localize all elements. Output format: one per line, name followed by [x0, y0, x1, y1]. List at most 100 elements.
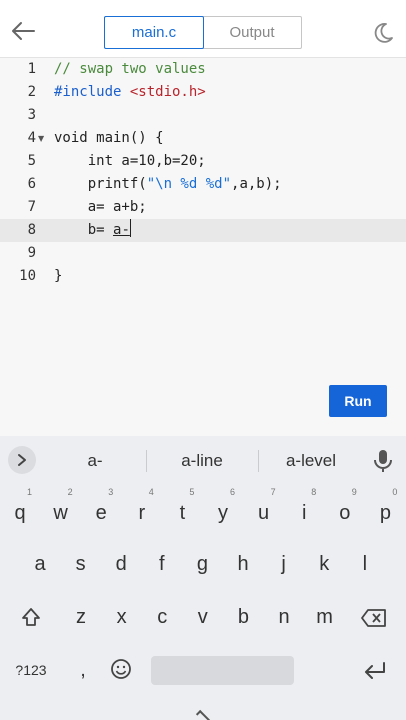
code-line[interactable]: 8 b= a-	[0, 219, 406, 242]
key-hint: 9	[351, 487, 357, 497]
key-i[interactable]: i	[284, 493, 324, 533]
tab-main-c[interactable]: main.c	[104, 16, 204, 49]
code-text: int a=10,b=20;	[54, 150, 206, 173]
key-hint: 5	[189, 487, 195, 497]
enter-icon[interactable]	[362, 660, 388, 680]
key-a[interactable]: a	[20, 544, 60, 584]
suggestion-bar: a- a-line a-level	[0, 436, 406, 484]
key-j[interactable]: j	[264, 544, 304, 584]
app-header: main.c Output	[0, 0, 406, 58]
code-token: void main() {	[54, 130, 164, 146]
key-o[interactable]: o	[325, 493, 365, 533]
tab-output[interactable]: Output	[203, 17, 301, 48]
code-line[interactable]: 7 a= a+b;	[0, 196, 406, 219]
key-b[interactable]: b	[223, 597, 263, 637]
fold-arrow-icon[interactable]: ▼	[38, 127, 44, 150]
key-p[interactable]: p	[365, 493, 405, 533]
line-number: 5	[27, 153, 36, 169]
line-number: 2	[27, 84, 36, 100]
emoji-icon[interactable]	[110, 658, 132, 680]
code-editor[interactable]: 1 // swap two values 2 #include <stdio.h> 3 4…	[0, 58, 406, 436]
code-line[interactable]: 9	[0, 242, 406, 265]
key-d[interactable]: d	[101, 544, 141, 584]
microphone-icon[interactable]	[372, 448, 394, 474]
key-u[interactable]: u	[244, 493, 284, 533]
code-token: int a=10,b=20;	[54, 153, 206, 169]
key-hint: 7	[270, 487, 276, 497]
key-h[interactable]: h	[223, 544, 263, 584]
code-token: #include	[54, 84, 130, 100]
file-tabs: main.c Output	[104, 16, 302, 49]
space-bar[interactable]	[151, 656, 294, 685]
key-hint: 3	[108, 487, 114, 497]
backspace-icon[interactable]	[360, 608, 388, 628]
suggestion-3[interactable]: a-level	[259, 436, 363, 484]
key-l[interactable]: l	[345, 544, 385, 584]
code-token: a= a+b;	[54, 199, 147, 215]
code-line[interactable]: 4 ▼ void main() {	[0, 127, 406, 150]
run-button[interactable]: Run	[329, 385, 387, 417]
key-hint: 6	[230, 487, 236, 497]
line-number: 9	[27, 245, 36, 261]
expand-toolbar-button[interactable]	[8, 446, 36, 474]
code-token: "\n %d %d"	[146, 176, 232, 192]
key-e[interactable]: e	[81, 493, 121, 533]
key-c[interactable]: c	[142, 597, 182, 637]
text-cursor	[129, 219, 132, 237]
key-hint: 4	[148, 487, 154, 497]
line-number: 10	[19, 268, 36, 284]
key-hint: 2	[67, 487, 73, 497]
code-text: void main() {	[54, 127, 164, 150]
code-line[interactable]: 10}	[0, 265, 406, 288]
code-text: // swap two values	[54, 58, 206, 81]
line-number: 3	[27, 107, 36, 123]
line-number: 8	[27, 222, 36, 238]
line-number: 4	[27, 130, 36, 146]
key-t[interactable]: t	[162, 493, 202, 533]
code-token: }	[54, 268, 63, 284]
chevron-right-icon	[18, 454, 26, 466]
code-text: #include <stdio.h>	[54, 81, 206, 104]
code-text: printf("\n %d %d",a,b);	[54, 173, 282, 196]
key-hint: 1	[27, 487, 33, 497]
key-z[interactable]: z	[61, 597, 101, 637]
symbols-key[interactable]: ?123	[8, 650, 54, 690]
dark-mode-moon-icon[interactable]	[370, 20, 396, 46]
key-w[interactable]: w	[41, 493, 81, 533]
code-token: ,a,b);	[231, 176, 282, 192]
line-number: 1	[27, 61, 36, 77]
code-text: a= a+b;	[54, 196, 147, 219]
code-token: a-	[113, 222, 130, 238]
code-line[interactable]: 6 printf("\n %d %d",a,b);	[0, 173, 406, 196]
code-token: // swap two values	[54, 61, 206, 77]
code-token: b=	[54, 222, 114, 238]
key-y[interactable]: y	[203, 493, 243, 533]
code-line[interactable]: 3	[0, 104, 406, 127]
key-hint: 0	[392, 487, 398, 497]
key-x[interactable]: x	[102, 597, 142, 637]
key-s[interactable]: s	[61, 544, 101, 584]
key-n[interactable]: n	[264, 597, 304, 637]
key-hint: 8	[311, 487, 317, 497]
code-token: <stdio.h>	[129, 84, 206, 100]
key-v[interactable]: v	[183, 597, 223, 637]
line-number: 7	[27, 199, 36, 215]
code-text: }	[54, 265, 62, 288]
key-g[interactable]: g	[182, 544, 222, 584]
key-k[interactable]: k	[304, 544, 344, 584]
shift-icon[interactable]	[20, 606, 42, 628]
code-line[interactable]: 1 // swap two values	[0, 58, 406, 81]
key-f[interactable]: f	[142, 544, 182, 584]
suggestion-2[interactable]: a-line	[147, 436, 257, 484]
line-number: 6	[27, 176, 36, 192]
comma-key[interactable]: ,	[68, 650, 98, 690]
code-line[interactable]: 5 int a=10,b=20;	[0, 150, 406, 173]
code-line[interactable]: 2 #include <stdio.h>	[0, 81, 406, 104]
code-text: b= a-	[54, 219, 132, 242]
code-token: printf(	[54, 176, 147, 192]
suggestion-1[interactable]: a-	[44, 436, 146, 484]
key-m[interactable]: m	[305, 597, 345, 637]
key-r[interactable]: r	[122, 493, 162, 533]
key-q[interactable]: q	[0, 493, 40, 533]
back-arrow-icon[interactable]	[8, 18, 38, 44]
